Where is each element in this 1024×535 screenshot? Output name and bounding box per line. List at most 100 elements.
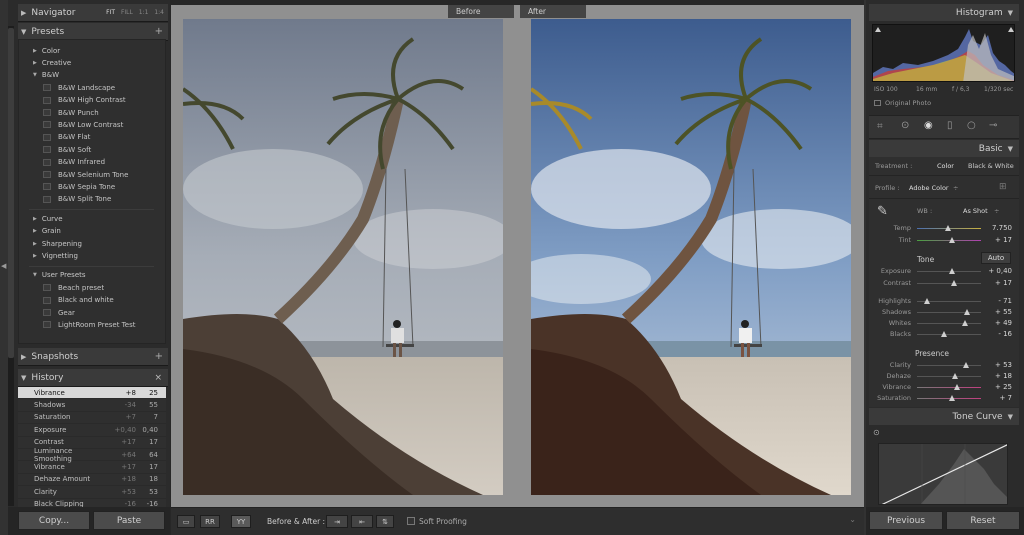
- wb-dropdown-arrow-icon[interactable]: ÷: [994, 207, 999, 215]
- left-panel-scrollbar[interactable]: [8, 26, 14, 506]
- soft-proofing-checkbox[interactable]: [407, 517, 415, 525]
- slider-value[interactable]: + 49: [982, 319, 1012, 327]
- histogram-graph[interactable]: [872, 24, 1015, 82]
- loupe-view-button[interactable]: ▭: [177, 515, 195, 528]
- swap-before-after-button[interactable]: ⇅: [376, 515, 394, 528]
- treatment-color-option[interactable]: Color: [937, 162, 954, 170]
- preset-item[interactable]: B&W Flat: [43, 132, 90, 143]
- preset-item[interactable]: B&W High Contrast: [43, 95, 126, 106]
- slider-knob[interactable]: [953, 384, 960, 390]
- slider-track[interactable]: [917, 331, 981, 337]
- slider-track[interactable]: [917, 395, 981, 401]
- tone-auto-button[interactable]: Auto: [981, 252, 1011, 264]
- preset-item[interactable]: Black and white: [43, 295, 114, 306]
- slider-knob[interactable]: [949, 268, 956, 274]
- zoom-fit-option[interactable]: FIT: [106, 9, 115, 16]
- history-row[interactable]: Dehaze Amount +18 18: [18, 474, 166, 487]
- preset-group[interactable]: ▼ User Presets: [33, 270, 86, 281]
- slider-track[interactable]: [917, 309, 981, 315]
- left-panel-collapse-icon[interactable]: ◀: [1, 262, 6, 270]
- before-photo[interactable]: [183, 19, 503, 495]
- copy-before-to-after-button[interactable]: ⇥: [326, 515, 348, 528]
- zoom-1-1-option[interactable]: 1:1: [139, 9, 149, 16]
- zoom-fill-option[interactable]: FILL: [121, 9, 133, 16]
- navigator-header[interactable]: ▶ Navigator FIT FILL 1:1 1:4: [18, 4, 168, 22]
- after-photo[interactable]: [531, 19, 851, 495]
- slider-knob[interactable]: [948, 395, 955, 401]
- preset-item[interactable]: Gear: [43, 307, 75, 318]
- copy-button[interactable]: Copy...: [18, 511, 90, 530]
- profile-dropdown[interactable]: Adobe Color: [909, 184, 949, 192]
- slider-knob[interactable]: [923, 298, 930, 304]
- slider-track[interactable]: [917, 280, 981, 286]
- profile-browser-grid-icon[interactable]: ⊞: [999, 182, 1007, 192]
- slider-value[interactable]: - 16: [982, 330, 1012, 338]
- treatment-bw-option[interactable]: Black & White: [968, 162, 1014, 170]
- preset-item[interactable]: B&W Soft: [43, 144, 91, 155]
- graduated-filter-icon[interactable]: ▯: [947, 120, 953, 131]
- navigator-zoom-options[interactable]: FIT FILL 1:1 1:4: [106, 9, 164, 16]
- original-photo-toggle[interactable]: Original Photo: [874, 99, 931, 107]
- slider-track[interactable]: [917, 237, 981, 243]
- history-row[interactable]: Exposure +0,40 0,40: [18, 424, 166, 437]
- slider-track[interactable]: [917, 384, 981, 390]
- history-header[interactable]: ▼ History ×: [18, 369, 168, 387]
- slider-track[interactable]: [917, 373, 981, 379]
- previous-button[interactable]: Previous: [869, 511, 943, 530]
- add-snapshot-icon[interactable]: +: [155, 351, 163, 362]
- preset-item[interactable]: B&W Punch: [43, 107, 99, 118]
- clear-history-icon[interactable]: ×: [154, 373, 162, 383]
- snapshots-header[interactable]: ▶ Snapshots +: [18, 348, 168, 366]
- slider-knob[interactable]: [951, 280, 958, 286]
- slider-track[interactable]: [917, 225, 981, 231]
- preset-group[interactable]: ▼ B&W: [33, 70, 59, 81]
- history-row[interactable]: Clarity +53 53: [18, 486, 166, 499]
- tone-curve-graph[interactable]: [878, 443, 1008, 505]
- slider-value[interactable]: - 71: [982, 297, 1012, 305]
- slider-knob[interactable]: [963, 362, 970, 368]
- red-eye-icon[interactable]: ◉: [924, 120, 933, 131]
- wb-dropdown[interactable]: As Shot: [963, 207, 988, 215]
- preset-item[interactable]: B&W Low Contrast: [43, 119, 123, 130]
- profile-dropdown-arrow-icon[interactable]: ÷: [953, 184, 958, 192]
- slider-track[interactable]: [917, 298, 981, 304]
- history-row[interactable]: Vibrance +17 17: [18, 461, 166, 474]
- preset-item[interactable]: B&W Infrared: [43, 157, 105, 168]
- history-row[interactable]: Luminance Smoothing +64 64: [18, 447, 166, 463]
- slider-track[interactable]: [917, 320, 981, 326]
- before-after-split-button[interactable]: YY: [231, 515, 251, 528]
- slider-knob[interactable]: [962, 320, 968, 326]
- target-adjustment-icon[interactable]: ⊙: [873, 428, 880, 437]
- preset-group[interactable]: ▶ Creative: [33, 57, 71, 68]
- add-preset-icon[interactable]: +: [155, 26, 163, 37]
- slider-value[interactable]: + 0,40: [982, 267, 1012, 275]
- spot-removal-icon[interactable]: ⊙: [901, 120, 909, 131]
- slider-value[interactable]: + 53: [982, 361, 1012, 369]
- preset-group[interactable]: ▶ Grain: [33, 226, 61, 237]
- slider-knob[interactable]: [944, 225, 951, 231]
- preset-item[interactable]: B&W Landscape: [43, 82, 115, 93]
- slider-knob[interactable]: [940, 331, 947, 337]
- preset-group[interactable]: ▶ Color: [33, 45, 60, 56]
- slider-value[interactable]: + 55: [982, 308, 1012, 316]
- history-row[interactable]: Black Clipping -16 -16: [18, 499, 166, 507]
- slider-knob[interactable]: [949, 237, 956, 243]
- scrollbar-thumb[interactable]: [8, 28, 14, 358]
- reset-button[interactable]: Reset: [946, 511, 1020, 530]
- basic-header[interactable]: Basic ▼: [869, 140, 1019, 157]
- paste-button[interactable]: Paste: [93, 511, 165, 530]
- history-row[interactable]: Shadows -34 55: [18, 399, 166, 412]
- preset-item[interactable]: B&W Selenium Tone: [43, 169, 128, 180]
- slider-value[interactable]: + 17: [982, 236, 1012, 244]
- slider-value[interactable]: + 18: [982, 372, 1012, 380]
- before-after-lr-button[interactable]: RR: [200, 515, 220, 528]
- preset-item[interactable]: LightRoom Preset Test: [43, 319, 135, 330]
- white-balance-eyedropper-icon[interactable]: ✎: [877, 204, 888, 219]
- adjustment-brush-icon[interactable]: ⊸: [989, 120, 997, 131]
- radial-filter-icon[interactable]: ○: [967, 120, 976, 131]
- preset-item[interactable]: Beach preset: [43, 282, 104, 293]
- preset-group[interactable]: ▶ Vignetting: [33, 250, 78, 261]
- history-row[interactable]: Vibrance +8 25: [18, 387, 166, 400]
- slider-value[interactable]: + 17: [982, 279, 1012, 287]
- histogram-header[interactable]: Histogram ▼: [869, 4, 1019, 21]
